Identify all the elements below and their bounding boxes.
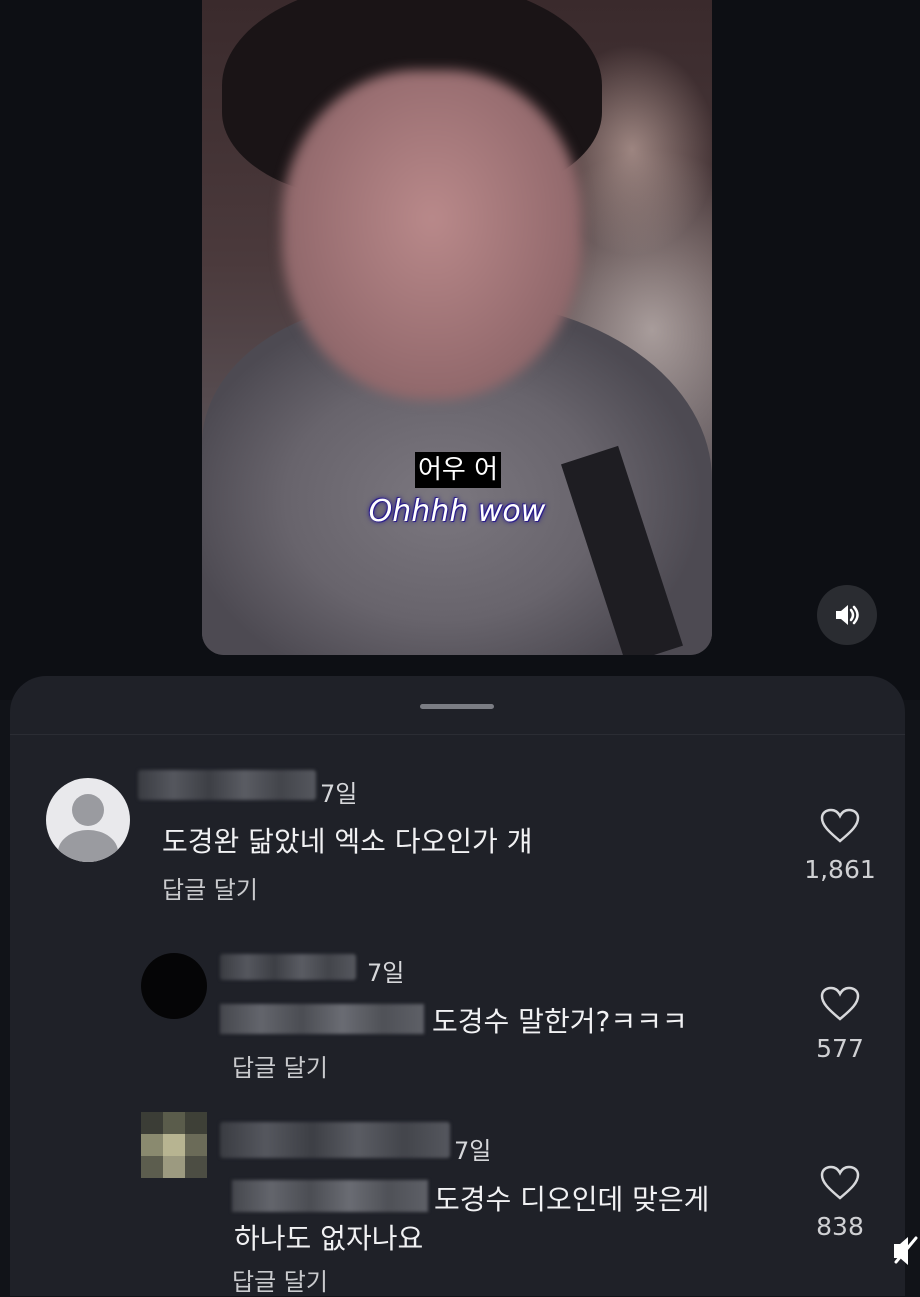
video-player[interactable]: 어우 어 Ohhhh wow xyxy=(202,0,712,655)
comment-text: 도경수 말한거?ㅋㅋㅋ xyxy=(432,1005,688,1038)
username-redacted[interactable] xyxy=(220,1122,450,1158)
heart-icon[interactable] xyxy=(820,1165,860,1201)
comment-time: 7일 xyxy=(320,780,358,808)
video-area: 어우 어 Ohhhh wow xyxy=(0,0,920,700)
reply-button[interactable]: 답글 달기 xyxy=(232,1048,328,1083)
username-redacted[interactable] xyxy=(220,954,356,980)
mention-redacted xyxy=(220,1004,424,1034)
avatar[interactable] xyxy=(46,778,130,862)
volume-icon xyxy=(836,605,859,625)
heart-icon[interactable] xyxy=(820,986,860,1022)
avatar[interactable] xyxy=(141,1112,207,1188)
comment-time: 7일 xyxy=(367,959,405,987)
comment-text-line-1: 도경수 디오인데 맞은게 xyxy=(434,1183,710,1216)
volume-button[interactable] xyxy=(817,585,877,645)
caption-english: Ohhhh wow xyxy=(368,494,546,529)
mute-icon[interactable] xyxy=(892,1222,920,1280)
caption-korean: 어우 어 xyxy=(415,452,501,488)
comment-text: 도경완 닮았네 엑소 다오인가 걔 xyxy=(162,825,533,858)
comment-text-line-2: 하나도 없자나요 xyxy=(234,1222,424,1255)
avatar[interactable] xyxy=(141,953,207,1019)
like-count: 838 xyxy=(816,1212,864,1241)
like-count: 1,861 xyxy=(804,855,876,884)
heart-icon[interactable] xyxy=(820,808,860,844)
sheet-drag-handle[interactable] xyxy=(420,704,494,709)
comment-time: 7일 xyxy=(454,1137,492,1165)
sheet-divider xyxy=(10,734,905,735)
like-count: 577 xyxy=(816,1034,864,1063)
video-content-face-blurred xyxy=(282,70,582,400)
mention-redacted xyxy=(232,1180,428,1212)
reply-button[interactable]: 답글 달기 xyxy=(162,870,258,905)
username-redacted[interactable] xyxy=(138,770,316,800)
